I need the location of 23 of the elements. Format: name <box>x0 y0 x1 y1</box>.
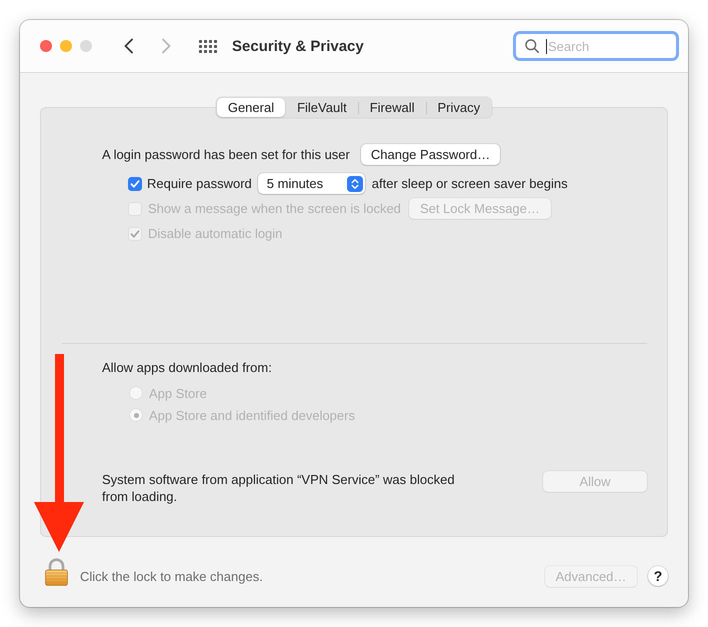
minimize-button[interactable] <box>60 40 72 52</box>
search-icon <box>525 39 539 53</box>
padlock-icon[interactable] <box>45 558 68 586</box>
tab[interactable]: General <box>216 98 286 117</box>
grid-icon[interactable] <box>199 40 217 52</box>
stepper-icon <box>346 176 363 192</box>
close-button[interactable] <box>40 40 52 52</box>
tab[interactable]: FileVault <box>286 98 358 117</box>
checkbox[interactable] <box>128 176 142 190</box>
help-button[interactable]: ? <box>648 566 668 586</box>
tab[interactable]: Firewall <box>358 98 426 117</box>
blocked-software-notice: System software from application “VPN Service” was blocked from loading. <box>102 472 456 505</box>
tab[interactable]: Privacy <box>426 98 492 117</box>
lock-hint-text: Click the lock to make changes. <box>80 568 263 584</box>
window-title: Security & Privacy <box>232 38 364 54</box>
chevron-left-icon[interactable] <box>123 38 134 54</box>
text-cursor-icon <box>546 38 547 54</box>
section-heading: Allow apps downloaded from: <box>102 360 272 376</box>
change-password-button[interactable]: Change Password… <box>360 144 500 165</box>
option-label: after sleep or screen saver begins <box>372 176 568 191</box>
password-status-text: A login password has been set for this user <box>102 147 350 162</box>
popup-menu[interactable]: 5 minutes <box>258 173 365 194</box>
checkbox-label: Require password <box>147 176 252 191</box>
